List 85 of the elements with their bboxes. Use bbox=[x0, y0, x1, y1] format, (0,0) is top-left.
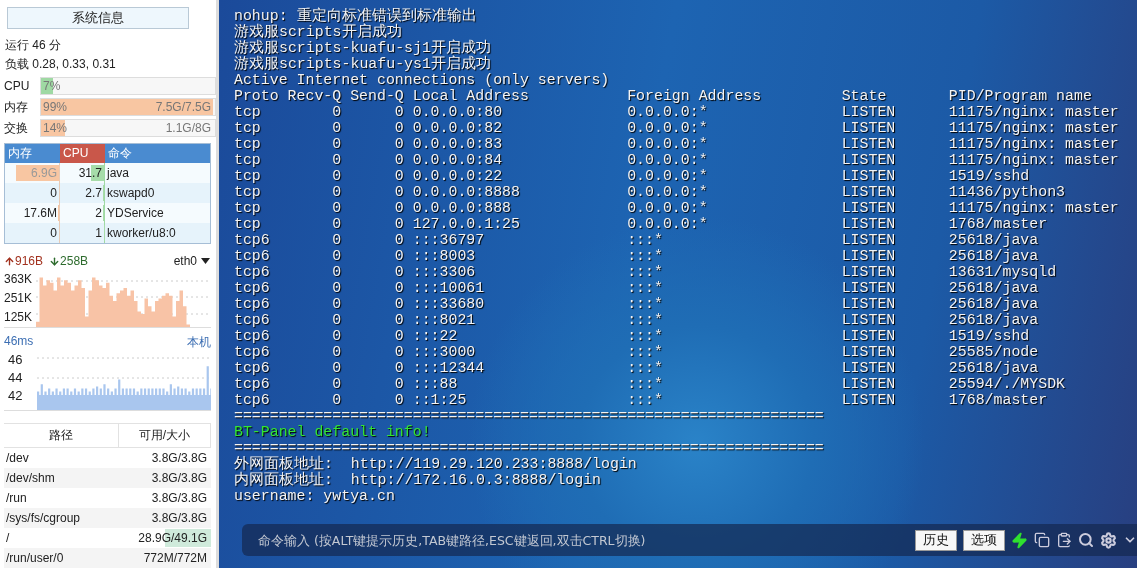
column-header: 路径 bbox=[4, 424, 119, 447]
path-cell-text: /sys/fs/cgroup bbox=[5, 510, 82, 527]
axis-tick: 46 bbox=[8, 352, 24, 366]
terminal-line: tcp6 0 0 :::88 :::* LISTEN 25594/./MYSDK bbox=[234, 376, 1067, 392]
toolbar-button[interactable]: 历史 bbox=[915, 529, 957, 551]
terminal-line: tcp6 0 0 ::1:25 :::* LISTEN 1768/master bbox=[234, 392, 1049, 408]
terminal-line: tcp 0 0 0.0.0.0:82 0.0.0.0:* LISTEN 11175/nginx: master bbox=[234, 120, 1120, 136]
terminal-line: BT-Panel default info! bbox=[234, 424, 432, 440]
terminal-line: tcp6 0 0 :::36797 :::* LISTEN 25618/java bbox=[234, 232, 1040, 248]
meter-label: CPU bbox=[4, 79, 31, 93]
size-cell-text: 3.8G/3.8G bbox=[150, 470, 208, 487]
terminal-line: tcp 0 0 0.0.0.0:84 0.0.0.0:* LISTEN 11175/nginx: master bbox=[234, 152, 1120, 168]
meter-label: 内存 bbox=[4, 98, 29, 116]
copy-icon[interactable] bbox=[1034, 532, 1050, 548]
toolbar-button[interactable]: 选项 bbox=[963, 529, 1005, 551]
size-cell-text: 772M/772M bbox=[142, 550, 208, 567]
terminal-line: tcp 0 0 0.0.0.0:22 0.0.0.0:* LISTEN 1519/sshd bbox=[234, 168, 1031, 184]
terminal-line: tcp 0 0 127.0.0.1:25 0.0.0.0:* LISTEN 1768/master bbox=[234, 216, 1049, 232]
terminal-line: tcp6 0 0 :::12344 :::* LISTEN 25618/java bbox=[234, 360, 1040, 376]
terminal-line: tcp6 0 0 :::8021 :::* LISTEN 25618/java bbox=[234, 312, 1040, 328]
axis-tick: 125K bbox=[4, 311, 34, 324]
meter-label: 交换 bbox=[4, 119, 29, 137]
terminal-line: tcp 0 0 0.0.0.0:80 0.0.0.0:* LISTEN 11175/nginx: master bbox=[234, 104, 1120, 120]
command-input[interactable]: 命令输入 (按ALT键提示历史,TAB键路径,ESC键返回,双击CTRL切换) bbox=[242, 524, 909, 556]
axis-tick: 363K bbox=[4, 272, 34, 285]
path-cell-text: /run bbox=[5, 490, 28, 507]
terminal-line: ================================================================== bbox=[234, 440, 825, 456]
terminal-line: Active Internet connections (only servers) bbox=[234, 72, 611, 88]
size-cell-text: 3.8G/3.8G bbox=[150, 490, 208, 507]
ping-target: 本机 bbox=[187, 334, 211, 350]
terminal-line: 游戏服scripts开启成功 bbox=[234, 24, 402, 40]
axis-tick: 44 bbox=[8, 370, 24, 384]
uptime-text: 运行 46 分 bbox=[5, 37, 62, 54]
cpu-cell: 1 bbox=[60, 223, 105, 243]
upload-rate: 916B bbox=[15, 254, 44, 268]
column-header[interactable]: 内存 bbox=[5, 144, 60, 163]
terminal-line: 外网面板地址: http://119.29.120.233:8888/login bbox=[234, 456, 638, 472]
paste-icon[interactable] bbox=[1056, 532, 1072, 548]
search-icon[interactable] bbox=[1078, 532, 1094, 548]
command-cell-text: java bbox=[105, 165, 130, 182]
caret-icon bbox=[201, 258, 210, 264]
path-cell-text: / bbox=[5, 530, 11, 547]
axis-tick: 42 bbox=[8, 388, 24, 402]
terminal-line: 游戏服scripts-kuafu-ys1开启成功 bbox=[234, 56, 492, 72]
terminal-line: tcp6 0 0 :::10061 :::* LISTEN 25618/java bbox=[234, 280, 1040, 296]
terminal-line: Proto Recv-Q Send-Q Local Address Foreign Address State PID/Program name bbox=[234, 88, 1093, 104]
terminal-line: tcp6 0 0 :::3306 :::* LISTEN 13631/mysqld bbox=[234, 264, 1058, 280]
meter-detail: 1.1G/8G bbox=[165, 120, 211, 136]
path-cell-text: /run/user/0 bbox=[5, 550, 65, 567]
terminal-line: 游戏服scripts-kuafu-sj1开启成功 bbox=[234, 40, 492, 56]
terminal-line: tcp 0 0 0.0.0.0:8888 0.0.0.0:* LISTEN 11436/python3 bbox=[234, 184, 1067, 200]
column-header: 可用/大小 bbox=[119, 424, 211, 447]
size-cell-text: 3.8G/3.8G bbox=[150, 450, 208, 467]
command-cell-text: kswapd0 bbox=[106, 185, 156, 202]
terminal-line: tcp6 0 0 :::8003 :::* LISTEN 25618/java bbox=[234, 248, 1040, 264]
lightning-icon[interactable] bbox=[1011, 531, 1028, 549]
latency-value: 46ms bbox=[4, 334, 34, 350]
path-cell-text: /dev/shm bbox=[5, 470, 56, 487]
load-text: 负载 0.28, 0.33, 0.31 bbox=[5, 56, 117, 73]
axis-tick: 251K bbox=[4, 292, 34, 304]
system-info-button[interactable]: 系统信息 bbox=[7, 7, 189, 29]
download-rate: 258B bbox=[60, 254, 89, 268]
terminal-line: username: ywtya.cn bbox=[234, 488, 396, 504]
terminal-line: tcp 0 0 0.0.0.0:83 0.0.0.0:* LISTEN 11175/nginx: master bbox=[234, 136, 1120, 152]
down-arrow-icon bbox=[49, 255, 61, 267]
meter-detail: 7.5G/7.5G bbox=[155, 99, 211, 115]
memory-cell: 0 bbox=[5, 223, 60, 243]
column-header[interactable]: 命令 bbox=[105, 144, 210, 163]
terminal-line: tcp6 0 0 :::3000 :::* LISTEN 25585/node bbox=[234, 344, 1040, 360]
terminal-line: nohup: 重定向标准错误到标准输出 bbox=[234, 8, 478, 24]
up-arrow-icon bbox=[4, 255, 15, 267]
path-cell-text: /dev bbox=[5, 450, 30, 467]
command-cell-text: kworker/u8:0 bbox=[106, 225, 177, 242]
size-cell-text: 3.8G/3.8G bbox=[150, 510, 208, 527]
command-cell-text: YDService bbox=[106, 205, 165, 222]
terminal-line: tcp6 0 0 :::33680 :::* LISTEN 25618/java bbox=[234, 296, 1040, 312]
column-header[interactable]: CPU bbox=[60, 144, 105, 163]
terminal-line: tcp6 0 0 :::22 :::* LISTEN 1519/sshd bbox=[234, 328, 1031, 344]
terminal-line: 内网面板地址: http://172.16.0.3:8888/login bbox=[234, 472, 602, 488]
meter-percent: 99% bbox=[43, 99, 68, 115]
terminal-line: ================================================================== bbox=[234, 408, 825, 424]
size-cell: 28.9G/49.1G bbox=[119, 528, 211, 548]
interface-dropdown[interactable]: eth0 bbox=[173, 254, 210, 268]
terminal-line: tcp 0 0 0.0.0.0:888 0.0.0.0:* LISTEN 11175/nginx: master bbox=[234, 200, 1120, 216]
settings-icon[interactable] bbox=[1100, 531, 1117, 549]
